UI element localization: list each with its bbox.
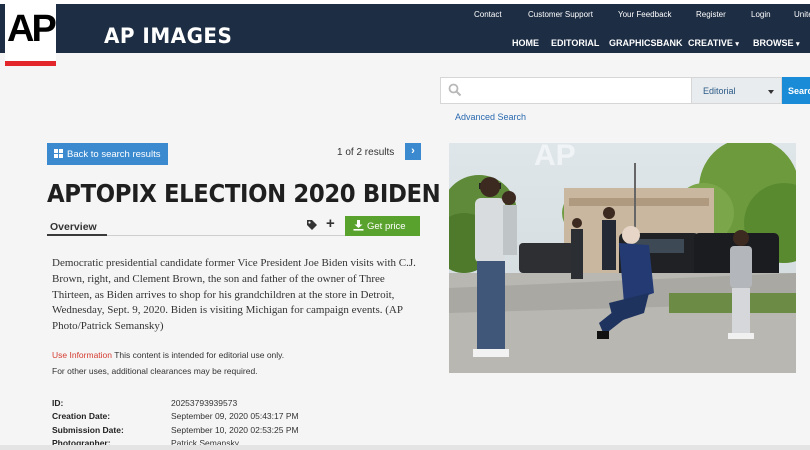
meta-label-submission-date: Submission Date: xyxy=(52,425,124,435)
page-title: APTOPIX ELECTION 2020 BIDEN xyxy=(47,179,441,208)
get-price-label: Get price xyxy=(367,221,406,232)
use-information: Use Information This content is intended… xyxy=(52,350,284,360)
contact-link[interactable]: Contact xyxy=(474,10,502,19)
caret-down-icon: ▾ xyxy=(796,41,800,48)
main-nav: HOME EDITORIAL GRAPHICSBANK CREATIVE ▾ B… xyxy=(0,38,810,50)
get-price-button[interactable]: Get price xyxy=(345,216,420,236)
nav-creative[interactable]: CREATIVE ▾ xyxy=(688,38,739,48)
nav-editorial[interactable]: EDITORIAL xyxy=(551,38,599,48)
meta-label-creation-date: Creation Date: xyxy=(52,411,111,421)
back-to-results-button[interactable]: Back to search results xyxy=(47,143,168,165)
grid-icon xyxy=(54,149,64,159)
search-icon xyxy=(448,83,462,97)
search-input[interactable] xyxy=(440,77,692,104)
nav-creative-label: CREATIVE xyxy=(688,38,733,48)
feedback-link[interactable]: Your Feedback xyxy=(618,10,672,19)
caret-down-icon xyxy=(768,90,774,94)
ap-logo-red-bar xyxy=(5,61,56,66)
chevron-right-icon[interactable]: › xyxy=(405,143,421,160)
download-icon xyxy=(353,220,364,231)
bottom-divider xyxy=(0,445,810,450)
nav-browse-label: BROWSE xyxy=(753,38,794,48)
tab-active-indicator xyxy=(47,234,107,236)
results-count: 1 of 2 results xyxy=(337,147,395,158)
tab-overview[interactable]: Overview xyxy=(50,221,97,233)
ap-logo-text: AP xyxy=(7,8,57,50)
region-link[interactable]: Unite xyxy=(794,10,810,19)
use-information-link[interactable]: Use Information xyxy=(52,350,112,360)
nav-browse[interactable]: BROWSE ▾ xyxy=(753,38,800,48)
meta-value-submission-date: September 10, 2020 02:53:25 PM xyxy=(171,425,299,435)
news-photo[interactable]: AP xyxy=(449,143,796,373)
search-scope-value: Editorial xyxy=(703,86,736,96)
meta-value-id: 20253793939573 xyxy=(171,398,238,408)
nav-graphicsbank[interactable]: GRAPHICSBANK xyxy=(609,38,683,48)
photo-watermark: AP xyxy=(534,143,576,172)
register-link[interactable]: Register xyxy=(696,10,726,19)
nav-home[interactable]: HOME xyxy=(512,38,539,48)
meta-label-id: ID: xyxy=(52,398,64,408)
tag-icon[interactable] xyxy=(306,219,318,231)
news-photo-illustration: AP xyxy=(449,143,796,373)
plus-icon[interactable]: + xyxy=(326,215,335,232)
meta-value-creation-date: September 09, 2020 05:43:17 PM xyxy=(171,411,299,421)
advanced-search-link[interactable]: Advanced Search xyxy=(455,112,526,122)
back-to-results-label: Back to search results xyxy=(67,149,161,160)
photo-caption: Democratic presidential candidate former… xyxy=(52,257,416,333)
search-button[interactable]: Search xyxy=(782,77,810,104)
ap-logo[interactable]: AP xyxy=(5,4,57,66)
use-information-text: This content is intended for editorial u… xyxy=(112,350,285,360)
utility-links: Contact Customer Support Your Feedback R… xyxy=(0,10,810,22)
login-link[interactable]: Login xyxy=(751,10,771,19)
other-uses-text: For other uses, additional clearances ma… xyxy=(52,366,258,376)
caret-down-icon: ▾ xyxy=(735,41,739,48)
search-scope-select[interactable]: Editorial xyxy=(692,77,782,104)
customer-support-link[interactable]: Customer Support xyxy=(528,10,593,19)
